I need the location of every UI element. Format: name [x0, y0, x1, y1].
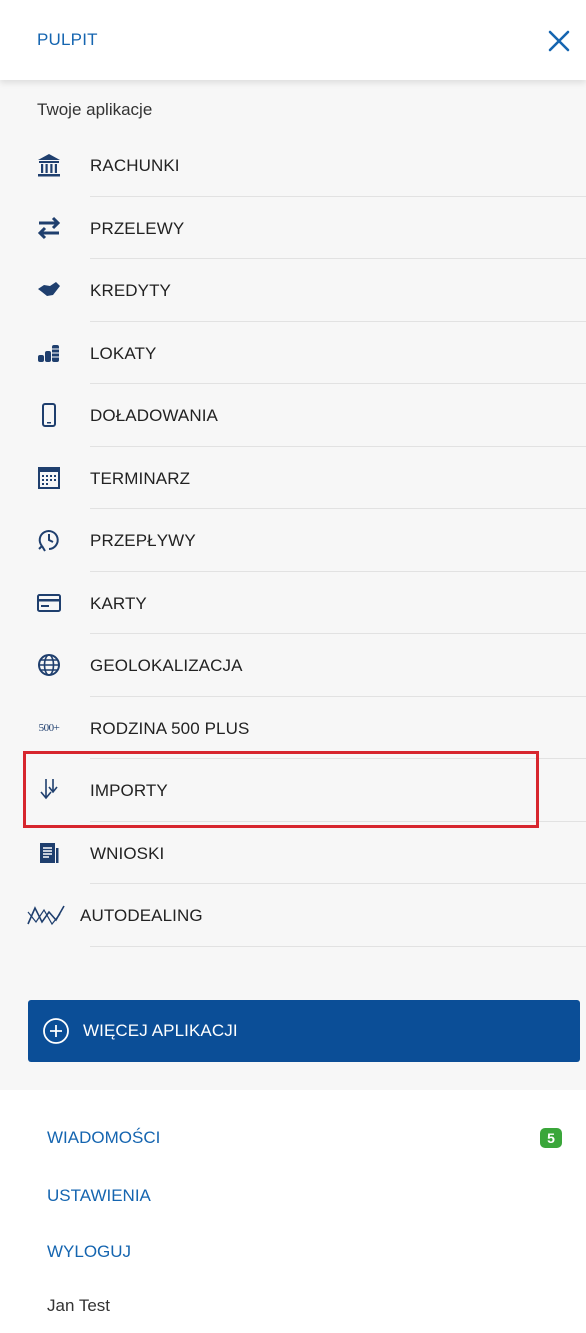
app-item-label: GEOLOKALIZACJA	[90, 656, 243, 675]
header: PULPIT	[0, 0, 586, 80]
import-arrows-icon	[34, 776, 64, 804]
app-item-label: RACHUNKI	[90, 156, 180, 175]
phone-icon	[34, 401, 64, 429]
messages-row: 5	[0, 1120, 586, 1148]
app-item-przelewy[interactable]: PRZELEWY	[0, 197, 586, 259]
handshake-icon	[34, 276, 64, 304]
app-item-label: KREDYTY	[90, 281, 171, 300]
app-item-label: IMPORTY	[90, 781, 168, 800]
app-item-terminarz[interactable]: TERMINARZ	[0, 447, 586, 509]
app-item-kredyty[interactable]: KREDYTY	[0, 259, 586, 322]
chart-line-icon	[24, 901, 68, 929]
settings-link[interactable]: USTAWIENIA	[47, 1186, 151, 1206]
app-item-wnioski[interactable]: WNIOSKI	[0, 822, 586, 884]
transfer-arrows-icon	[34, 214, 64, 242]
app-item-label: DOŁADOWANIA	[90, 406, 218, 425]
coins-icon	[34, 339, 64, 367]
app-item-rachunki[interactable]: RACHUNKI	[0, 134, 586, 197]
close-icon	[548, 30, 570, 52]
logout-link[interactable]: WYLOGUJ	[47, 1242, 131, 1262]
app-item-autodealing[interactable]: AUTODEALING	[0, 884, 586, 947]
app-item-doladowania[interactable]: DOŁADOWANIA	[0, 384, 586, 447]
app-list: RACHUNKI PRZELEWY KREDYTY LOKATY DOŁADOW…	[0, 134, 586, 947]
app-item-karty[interactable]: KARTY	[0, 572, 586, 634]
app-item-label: WNIOSKI	[90, 843, 165, 863]
footer-menu: WIADOMOŚCI 5 USTAWIENIA WYLOGUJ Jan Test	[0, 1090, 586, 1333]
app-item-label: PRZELEWY	[90, 218, 185, 238]
apps-heading: Twoje aplikacje	[37, 100, 153, 119]
app-item-label: KARTY	[90, 593, 147, 613]
app-item-label: TERMINARZ	[90, 468, 191, 488]
app-item-label: LOKATY	[90, 343, 157, 363]
user-name: Jan Test	[47, 1296, 111, 1315]
500-plus-icon-text: 500+	[38, 721, 60, 734]
divider	[90, 945, 586, 947]
apps-panel: Twoje aplikacje RACHUNKI PRZELEWY KREDYT…	[0, 80, 586, 1090]
page-title: PULPIT	[37, 30, 98, 49]
more-apps-label: WIĘCEJ APLIKACJI	[83, 1021, 238, 1040]
bank-icon	[34, 151, 64, 179]
card-icon	[34, 589, 64, 617]
more-apps-button[interactable]: WIĘCEJ APLIKACJI	[28, 1000, 580, 1062]
app-item-rodzina-500-plus[interactable]: 500+ RODZINA 500 PLUS	[0, 697, 586, 759]
document-icon	[34, 839, 64, 867]
calendar-icon	[34, 464, 64, 492]
app-item-przeplywy[interactable]: PRZEPŁYWY	[0, 509, 586, 572]
app-item-label: RODZINA 500 PLUS	[90, 718, 250, 738]
app-item-label: AUTODEALING	[80, 906, 203, 925]
plus-circle-icon	[41, 1016, 71, 1046]
app-item-label: PRZEPŁYWY	[90, 531, 196, 550]
app-item-importy[interactable]: IMPORTY	[0, 759, 586, 822]
500-plus-icon: 500+	[34, 714, 64, 742]
messages-count-badge: 5	[540, 1128, 562, 1148]
app-item-geolokalizacja[interactable]: GEOLOKALIZACJA	[0, 634, 586, 697]
clock-flow-icon	[34, 526, 64, 554]
globe-icon	[34, 651, 64, 679]
close-button[interactable]	[546, 28, 572, 54]
app-item-lokaty[interactable]: LOKATY	[0, 322, 586, 384]
